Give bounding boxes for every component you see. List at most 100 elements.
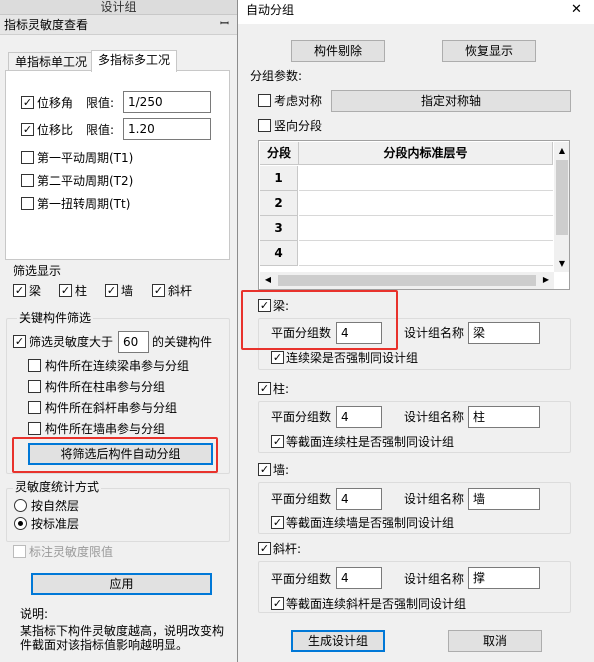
option-continuous-beam-checkbox[interactable] [28,359,41,372]
symmetry-checkbox[interactable] [258,94,271,107]
wall-name-input[interactable]: 墙 [468,488,540,510]
standard-floor-radio[interactable] [14,517,27,530]
scroll-down-icon[interactable]: ▼ [557,259,567,269]
beam-force-checkbox[interactable]: ✓ [271,351,284,364]
beam-force-label: 连续梁是否强制同设计组 [286,351,419,365]
displacement-ratio-limit-input[interactable]: 1.20 [123,118,211,140]
option-wall-string-label: 构件所在墙串参与分组 [45,422,166,436]
tab-single-indicator[interactable]: 单指标单工况 [8,52,95,72]
scroll-thumb[interactable] [556,160,568,235]
restore-display-button[interactable]: 恢复显示 [442,40,536,62]
grid-cell[interactable] [299,191,553,216]
displacement-ratio-label: 位移比 [37,123,74,137]
scroll-right-icon[interactable]: ▶ [541,275,551,285]
grid-row-header: 4 [260,241,298,266]
option-wall-string-checkbox[interactable] [28,422,41,435]
generate-group-button[interactable]: 生成设计组 [291,630,385,652]
dialog-title: 自动分组 [246,3,295,17]
period-t2-checkbox[interactable] [21,174,34,187]
grid-vertical-scrollbar[interactable]: ▲ ▼ [554,142,569,272]
specify-axis-button[interactable]: 指定对称轴 [331,90,571,112]
symmetry-label: 考虑对称 [274,94,323,108]
cancel-button[interactable]: 取消 [448,630,542,652]
beam-count-label: 平面分组数 [271,326,332,340]
wall-count-input[interactable]: 4 [336,488,382,510]
limit-label: 限值: [86,96,115,110]
filter-brace-label: 斜杆 [168,284,193,298]
column-force-checkbox[interactable]: ✓ [271,435,284,448]
wall-force-checkbox[interactable]: ✓ [271,516,284,529]
brace-section-label: 斜杆: [273,542,302,556]
stat-method-legend: 灵敏度统计方式 [13,480,102,494]
dialog-title-bar: 自动分组 ✕ [238,0,594,24]
beam-section-label: 梁: [273,299,290,313]
close-icon[interactable]: ✕ [571,3,582,17]
displacement-ratio-checkbox[interactable]: ✓ [21,123,34,136]
displacement-angle-checkbox[interactable]: ✓ [21,96,34,109]
brace-count-input[interactable]: 4 [336,567,382,589]
filter-column-label: 柱 [75,284,88,298]
vertical-segment-checkbox[interactable] [258,119,271,132]
auto-group-button[interactable]: 将筛选后构件自动分组 [28,443,213,465]
period-tt-checkbox[interactable] [21,197,34,210]
beam-section-checkbox[interactable]: ✓ [258,299,271,312]
grid-cell[interactable] [299,166,553,191]
mark-limit-checkbox[interactable] [13,545,26,558]
scroll-up-icon[interactable]: ▲ [557,146,567,156]
scroll-left-icon[interactable]: ◀ [263,275,273,285]
grid-horizontal-scrollbar[interactable]: ◀ ▶ [260,272,554,289]
filter-column-checkbox[interactable]: ✓ [59,284,72,297]
standard-floor-label: 按标准层 [31,517,80,531]
brace-force-label: 等截面连续斜杆是否强制同设计组 [286,597,467,611]
grid-header-segment: 分段 [260,142,299,165]
filter-brace-checkbox[interactable]: ✓ [152,284,165,297]
column-force-label: 等截面连续柱是否强制同设计组 [286,435,455,449]
column-name-input[interactable]: 柱 [468,406,540,428]
wall-count-label: 平面分组数 [271,492,332,506]
key-filter-suffix: 的关键构件 [152,335,213,349]
note-title: 说明: [20,607,49,621]
remove-members-button[interactable]: 构件剔除 [291,40,385,62]
key-filter-prefix: 筛选灵敏度大于 [29,335,114,349]
scroll-thumb[interactable] [278,275,536,286]
period-t2-label: 第二平动周期(T2) [37,174,134,188]
option-brace-string-checkbox[interactable] [28,401,41,414]
pin-icon[interactable]: ꟷ [220,17,229,31]
key-filter-checkbox[interactable]: ✓ [13,335,26,348]
displacement-angle-label: 位移角 [37,96,74,110]
grid-cell[interactable] [299,216,553,241]
wall-name-label: 设计组名称 [404,492,465,506]
sensitivity-threshold-input[interactable]: 60 [118,331,149,353]
grid-row-header: 1 [260,166,298,191]
option-column-string-checkbox[interactable] [28,380,41,393]
filter-wall-checkbox[interactable]: ✓ [105,284,118,297]
grid-row-header: 3 [260,216,298,241]
brace-force-checkbox[interactable]: ✓ [271,597,284,610]
wall-section-checkbox[interactable]: ✓ [258,463,271,476]
option-column-string-label: 构件所在柱串参与分组 [45,380,166,394]
period-t1-checkbox[interactable] [21,151,34,164]
filter-beam-checkbox[interactable]: ✓ [13,284,26,297]
beam-name-label: 设计组名称 [404,326,465,340]
filter-beam-label: 梁 [29,284,42,298]
panel-title: 指标灵敏度查看 [4,18,89,32]
grid-cell[interactable] [299,241,553,266]
beam-name-input[interactable]: 梁 [468,322,540,344]
brace-section-checkbox[interactable]: ✓ [258,542,271,555]
option-continuous-beam-label: 构件所在连续梁串参与分组 [45,359,190,373]
column-section-checkbox[interactable]: ✓ [258,382,271,395]
panel-title-bar: 指标灵敏度查看 ꟷ [0,15,237,35]
wall-force-label: 等截面连续墙是否强制同设计组 [286,516,455,530]
apply-button[interactable]: 应用 [31,573,212,595]
auto-group-dialog: 自动分组 ✕ 构件剔除 恢复显示 分组参数: 考虑对称 指定对称轴 竖向分段 分… [237,0,594,662]
displacement-angle-limit-input[interactable]: 1/250 [123,91,211,113]
filter-display-legend: 筛选显示 [13,264,62,278]
column-count-input[interactable]: 4 [336,406,382,428]
natural-floor-radio[interactable] [14,499,27,512]
brace-count-label: 平面分组数 [271,572,332,586]
beam-count-input[interactable]: 4 [336,322,382,344]
grid-header-floors: 分段内标准层号 [299,142,553,165]
tab-multi-indicator[interactable]: 多指标多工况 [91,50,178,72]
mark-limit-label: 标注灵敏度限值 [29,545,114,559]
brace-name-input[interactable]: 撑 [468,567,540,589]
